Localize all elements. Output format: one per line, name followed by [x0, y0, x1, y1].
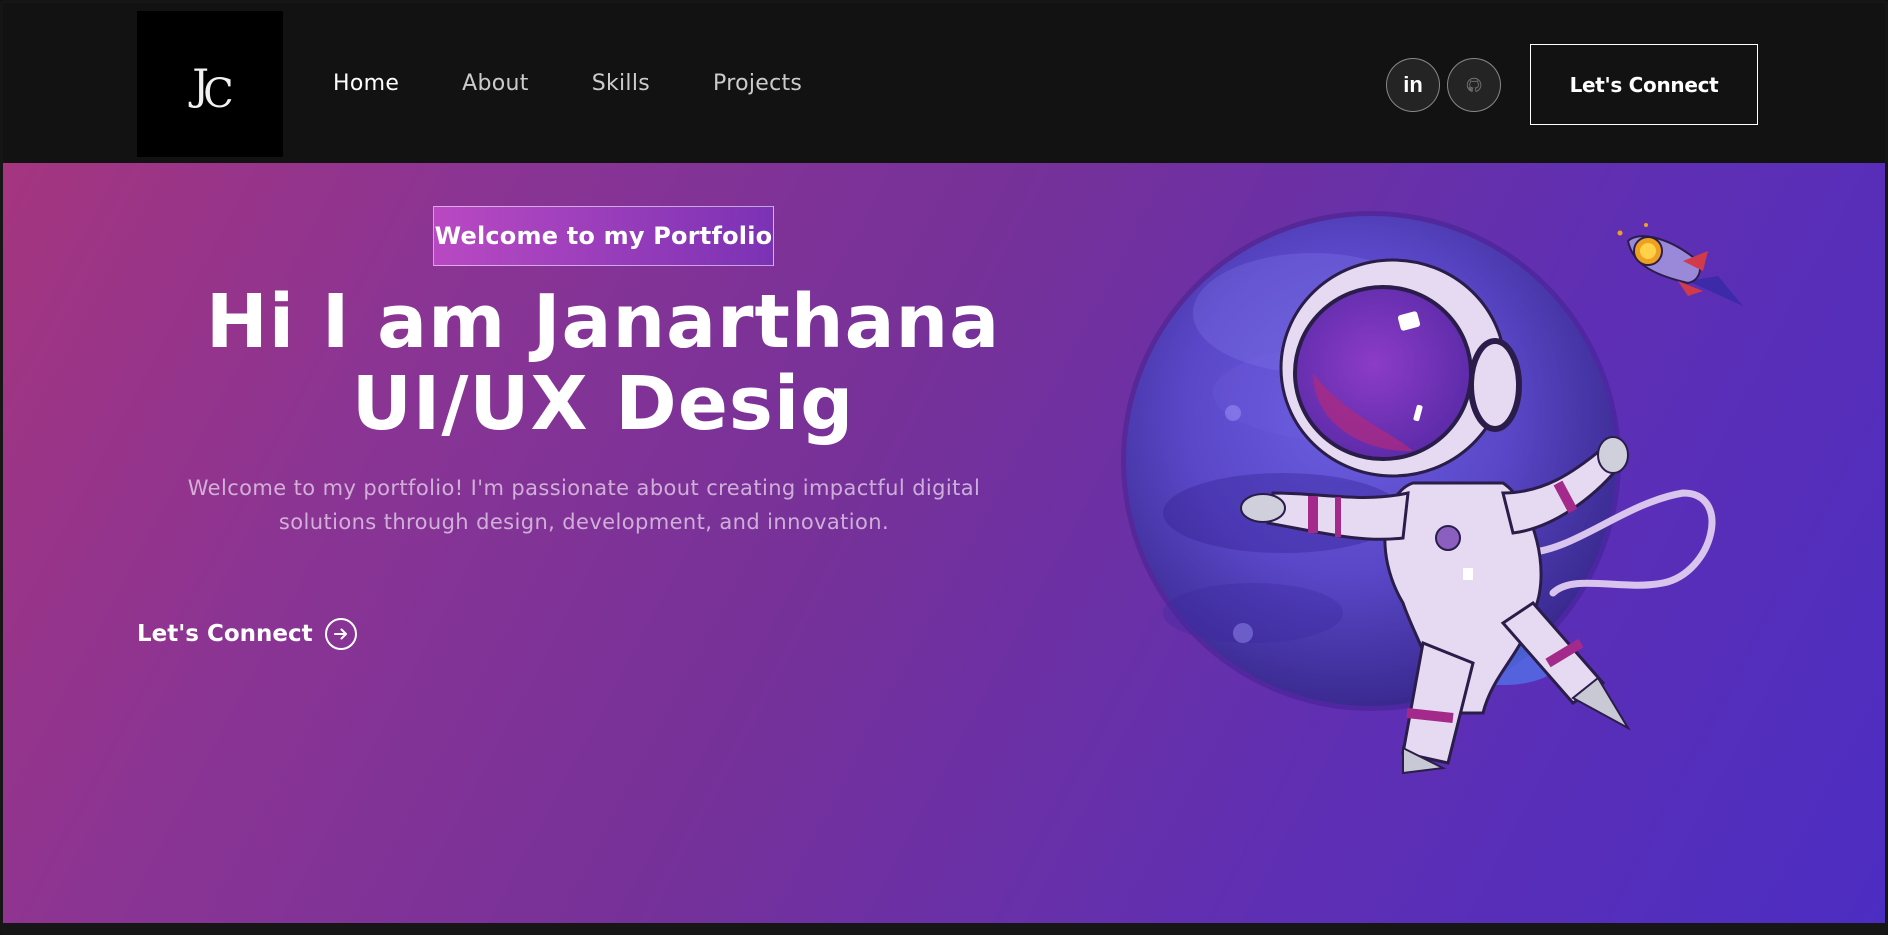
arrow-right-circle-icon [324, 618, 357, 650]
hero-headline: Hi I am Janarthana UI/UX Desig [123, 281, 1083, 445]
hero-connect-label: Let's Connect [137, 621, 313, 647]
hero-intro: Welcome to my portfolio! I'm passionate … [187, 476, 981, 534]
bottom-strip [3, 923, 1885, 932]
headline-line-1: Hi I am Janarthana [205, 279, 1001, 365]
lets-connect-button[interactable]: Let's Connect [1530, 44, 1758, 125]
logo-letter-c: C [203, 71, 234, 117]
nav-links: Home About Skills Projects [333, 65, 865, 103]
rocket-illustration [1617, 223, 1743, 306]
logo[interactable]: J C [137, 11, 283, 157]
nav-link-projects[interactable]: Projects [713, 65, 802, 103]
linkedin-icon: in [1403, 72, 1423, 97]
logo-letter-j: J [192, 59, 209, 109]
github-icon [1466, 77, 1482, 92]
nav-link-skills[interactable]: Skills [592, 65, 650, 103]
hero-connect-link[interactable]: Let's Connect [137, 618, 357, 650]
github-button[interactable] [1447, 58, 1501, 112]
navbar: J C Home About Skills Projects in Let's … [3, 3, 1885, 163]
nav-link-about[interactable]: About [462, 65, 529, 103]
hero-section: Welcome to my Portfolio Hi I am Janartha… [3, 163, 1885, 923]
headline-line-2: UI/UX Desig [351, 361, 855, 447]
linkedin-button[interactable]: in [1386, 58, 1440, 112]
page-frame: J C Home About Skills Projects in Let's … [0, 0, 1888, 935]
tagline-badge: Welcome to my Portfolio [433, 206, 774, 266]
nav-link-home[interactable]: Home [333, 65, 399, 103]
